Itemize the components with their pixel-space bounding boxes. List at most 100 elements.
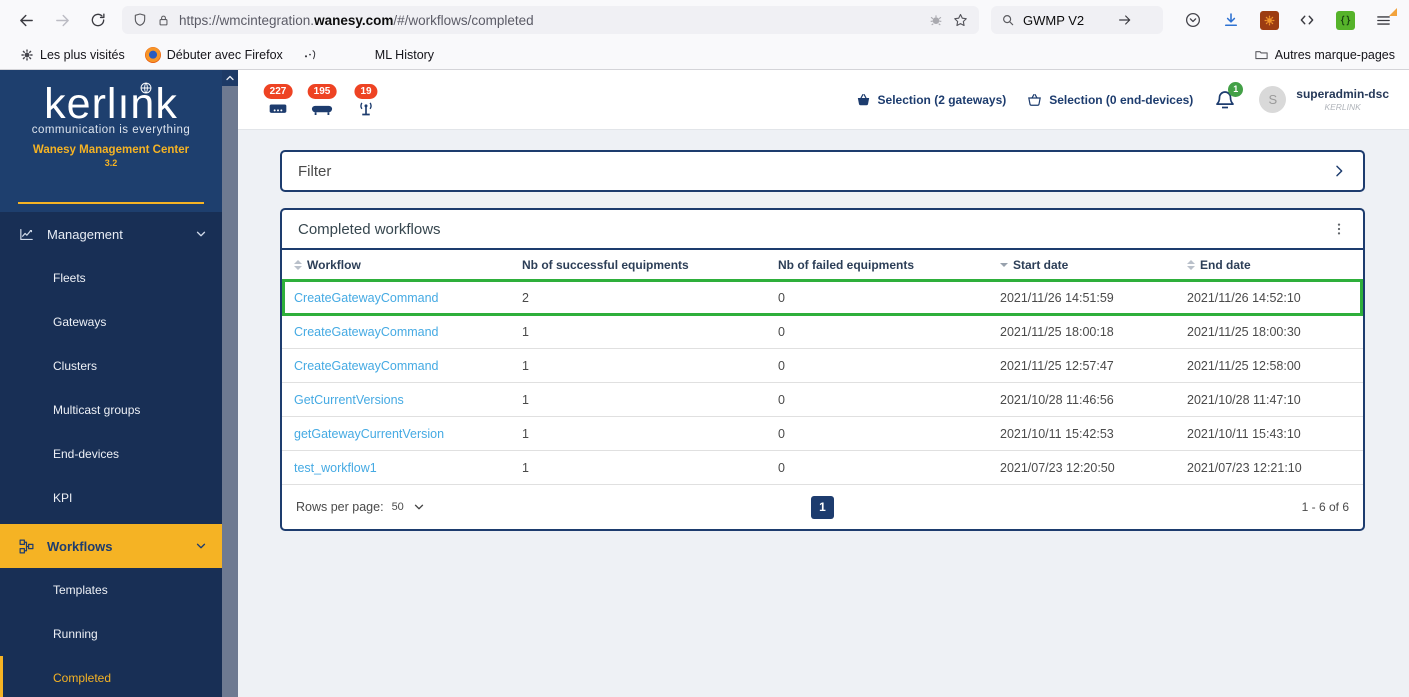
sidebar-item-clusters[interactable]: Clusters (0, 344, 222, 388)
filter-panel[interactable]: Filter (280, 150, 1365, 192)
table-row[interactable]: GetCurrentVersions 1 0 2021/10/28 11:46:… (282, 383, 1363, 417)
notifications-button[interactable]: 1 (1213, 87, 1239, 113)
downloads-button[interactable] (1215, 5, 1247, 35)
column-header-end-date[interactable]: End date (1175, 258, 1363, 272)
completed-workflows-panel: Completed workflows Workflow Nb of succe… (280, 208, 1365, 531)
search-box[interactable] (991, 6, 1163, 34)
count-badge: 195 (308, 84, 337, 99)
back-icon (18, 12, 35, 29)
workflow-link[interactable]: GetCurrentVersions (294, 393, 404, 407)
bookmark-debuter-avec-firefox[interactable]: Débuter avec Firefox (139, 45, 289, 65)
back-button[interactable] (10, 5, 42, 35)
table-row[interactable]: getGatewayCurrentVersion 1 0 2021/10/11 … (282, 417, 1363, 451)
menu-update-badge (1389, 8, 1397, 16)
lock-icon[interactable] (156, 13, 171, 28)
table-row[interactable]: CreateGatewayCommand 1 0 2021/11/25 12:5… (282, 349, 1363, 383)
forward-button[interactable] (46, 5, 78, 35)
workflow-link[interactable]: CreateGatewayCommand (294, 359, 439, 373)
scroll-up-button[interactable] (222, 70, 238, 86)
sidebar-item-workflows[interactable]: Workflows (0, 524, 222, 568)
column-header-workflow[interactable]: Workflow (282, 258, 510, 272)
selection-gateways-button[interactable]: Selection (2 gateways) (855, 92, 1007, 108)
url-bar[interactable]: https://wmcintegration.wanesy.com/#/work… (122, 6, 979, 34)
code-icon (1298, 11, 1316, 29)
bookmark-label: Les plus visités (40, 48, 125, 62)
gateway-icon (311, 103, 333, 116)
workflow-link[interactable]: CreateGatewayCommand (294, 325, 439, 339)
selection-end-devices-label: Selection (0 end-devices) (1049, 93, 1193, 107)
divider (18, 202, 204, 204)
other-bookmarks[interactable]: Autres marque-pages (1254, 47, 1395, 62)
screen: https://wmcintegration.wanesy.com/#/work… (0, 0, 1409, 697)
selection-end-devices-button[interactable]: Selection (0 end-devices) (1026, 92, 1193, 108)
reload-button[interactable] (82, 5, 114, 35)
table-row[interactable]: test_workflow1 1 0 2021/07/23 12:20:50 2… (282, 451, 1363, 485)
sidebar-item-running[interactable]: Running (0, 612, 222, 656)
vertical-scrollbar[interactable] (222, 70, 238, 697)
pagination-range: 1 - 6 of 6 (834, 500, 1349, 514)
sidebar-item-completed[interactable]: Completed (0, 656, 222, 697)
panel-title: Completed workflows (298, 221, 441, 238)
notification-count-badge: 1 (1228, 82, 1243, 97)
sidebar-item-kpi[interactable]: KPI (0, 476, 222, 520)
tracking-shield-icon[interactable] (132, 12, 148, 28)
chevron-right-icon[interactable] (1331, 163, 1347, 179)
rows-per-page-value[interactable]: 50 (392, 501, 404, 513)
devtools-button[interactable] (1291, 5, 1323, 35)
extension-orange-button[interactable] (1253, 5, 1285, 35)
page-button-1[interactable]: 1 (811, 496, 834, 519)
sidebar-item-fleets[interactable]: Fleets (0, 256, 222, 300)
rows-per-page-dropdown-icon[interactable] (412, 500, 426, 514)
app-menu-button[interactable] (1367, 5, 1399, 35)
json-extension-button[interactable] (1329, 5, 1361, 35)
workflow-link[interactable]: test_workflow1 (294, 461, 377, 475)
sort-icon (294, 260, 302, 270)
counter-antennas[interactable]: 19 (348, 84, 384, 116)
bookmarks-bar: Les plus visités Débuter avec Firefox ML… (0, 40, 1409, 69)
count-badge: 227 (264, 84, 293, 99)
firefox-icon (145, 47, 161, 63)
column-header-successful[interactable]: Nb of successful equipments (510, 258, 766, 272)
chevron-down-icon (194, 227, 208, 241)
user-name: superadmin-dsc (1296, 87, 1389, 101)
bug-extension-icon[interactable] (928, 12, 944, 28)
selection-gateways-label: Selection (2 gateways) (878, 93, 1007, 107)
counter-rail-devices[interactable]: 227 (260, 84, 296, 116)
globe-icon (139, 81, 153, 95)
rail-device-icon (268, 103, 288, 116)
bookmark-star-icon[interactable] (952, 12, 969, 29)
sidebar-item-gateways[interactable]: Gateways (0, 300, 222, 344)
table-footer: Rows per page: 50 1 1 - 6 of 6 (282, 485, 1363, 529)
chevron-up-icon (224, 72, 236, 84)
table-row[interactable]: CreateGatewayCommand 1 0 2021/11/25 18:0… (282, 315, 1363, 349)
sidebar: kerlınk communication is everything Wane… (0, 70, 222, 697)
sidebar-item-end-devices[interactable]: End-devices (0, 432, 222, 476)
basket-filled-icon (855, 92, 872, 108)
table-row[interactable]: CreateGatewayCommand 2 0 2021/11/26 14:5… (282, 281, 1363, 315)
pocket-button[interactable] (1177, 5, 1209, 35)
chart-icon (18, 226, 35, 243)
sidebar-item-templates[interactable]: Templates (0, 568, 222, 612)
search-input[interactable] (1023, 13, 1109, 28)
brand-wordmark: kerlınk (44, 82, 178, 126)
workflow-link[interactable]: getGatewayCurrentVersion (294, 427, 444, 441)
search-go-icon[interactable] (1117, 12, 1133, 28)
column-header-failed[interactable]: Nb of failed equipments (766, 258, 988, 272)
bookmark-les-plus-visites[interactable]: Les plus visités (14, 46, 131, 64)
toolbar-extensions (1177, 5, 1399, 35)
table-header-row: Workflow Nb of successful equipments Nb … (282, 248, 1363, 281)
user-menu[interactable]: S superadmin-dsc KERLINK (1259, 86, 1389, 113)
reload-icon (90, 12, 106, 28)
counter-gateways[interactable]: 195 (304, 84, 340, 116)
count-badge: 19 (354, 84, 377, 99)
kebab-menu-icon[interactable] (1331, 221, 1347, 237)
app-version: 3.2 (0, 158, 222, 168)
sidebar-item-management[interactable]: Management (0, 212, 222, 256)
bookmark-ml-history[interactable]: ML History (369, 46, 440, 64)
sidebar-item-multicast-groups[interactable]: Multicast groups (0, 388, 222, 432)
column-header-start-date[interactable]: Start date (988, 258, 1175, 272)
user-org: KERLINK (1296, 102, 1389, 112)
workflow-link[interactable]: CreateGatewayCommand (294, 291, 439, 305)
bookmark-doodle[interactable] (297, 45, 325, 65)
forward-icon (54, 12, 71, 29)
